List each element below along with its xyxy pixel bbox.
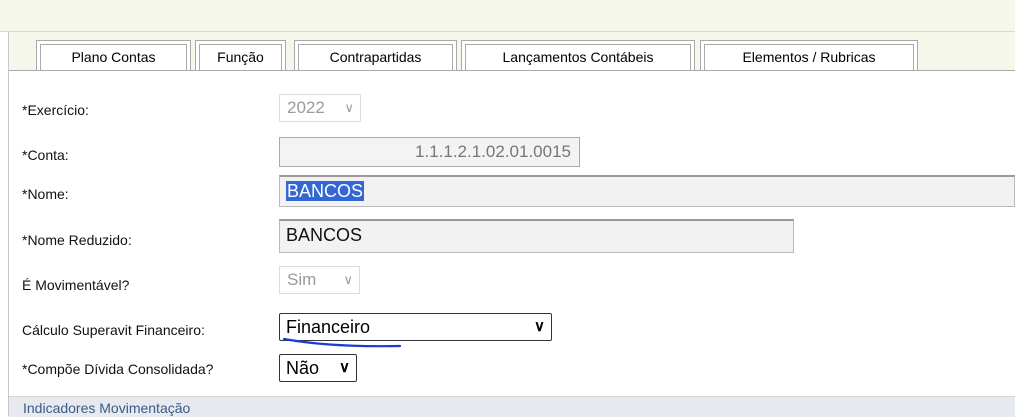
chevron-down-icon: ∨	[344, 100, 354, 115]
tab-funcao[interactable]: Função	[195, 40, 286, 70]
movimentavel-label: É Movimentável?	[22, 277, 130, 293]
calculo-superavit-label: Cálculo Superavit Financeiro:	[22, 322, 205, 338]
nome-reduzido-value: BANCOS	[286, 225, 363, 245]
nome-label: *Nome:	[22, 186, 69, 202]
nome-input[interactable]: BANCOS	[279, 175, 1015, 207]
conta-label: *Conta:	[22, 147, 69, 163]
chevron-down-icon: ∨	[534, 318, 545, 335]
tab-label: Lançamentos Contábeis	[502, 49, 654, 65]
chevron-down-icon: ∨	[343, 272, 353, 287]
top-band	[0, 0, 1015, 32]
divida-consolidada-select[interactable]: Não ∨	[279, 354, 357, 382]
tab-label: Contrapartidas	[329, 49, 422, 65]
section-header: Indicadores Movimentação	[9, 396, 1015, 417]
nome-reduzido-label: *Nome Reduzido:	[22, 232, 132, 248]
section-title: Indicadores Movimentação	[23, 400, 191, 416]
tab-label: Elementos / Rubricas	[742, 49, 876, 65]
exercicio-value: 2022	[287, 98, 325, 117]
tab-label: Função	[217, 49, 264, 65]
frame-border	[8, 31, 9, 416]
tab-plano-contas[interactable]: Plano Contas	[36, 40, 191, 71]
handwritten-underline-annotation	[282, 337, 402, 348]
movimentavel-value: Sim	[287, 270, 317, 289]
divida-consolidada-label: *Compõe Dívida Consolidada?	[22, 361, 214, 377]
tab-underline	[9, 70, 1015, 71]
tab-elementos-rubricas[interactable]: Elementos / Rubricas	[700, 40, 918, 70]
exercicio-select[interactable]: 2022 ∨	[279, 94, 361, 122]
conta-value: 1.1.1.2.1.02.01.0015	[415, 142, 571, 161]
nome-value: BANCOS	[286, 181, 365, 201]
tab-contrapartidas[interactable]: Contrapartidas	[294, 40, 457, 70]
exercicio-label: *Exercício:	[22, 102, 89, 118]
chevron-down-icon: ∨	[339, 359, 350, 376]
tab-lancamentos-contabeis[interactable]: Lançamentos Contábeis	[461, 40, 695, 70]
divida-consolidada-value: Não	[286, 358, 320, 378]
nome-reduzido-input[interactable]: BANCOS	[279, 219, 794, 253]
conta-field: 1.1.1.2.1.02.01.0015	[279, 137, 580, 167]
movimentavel-select[interactable]: Sim ∨	[279, 266, 360, 294]
tab-label: Plano Contas	[71, 49, 156, 65]
